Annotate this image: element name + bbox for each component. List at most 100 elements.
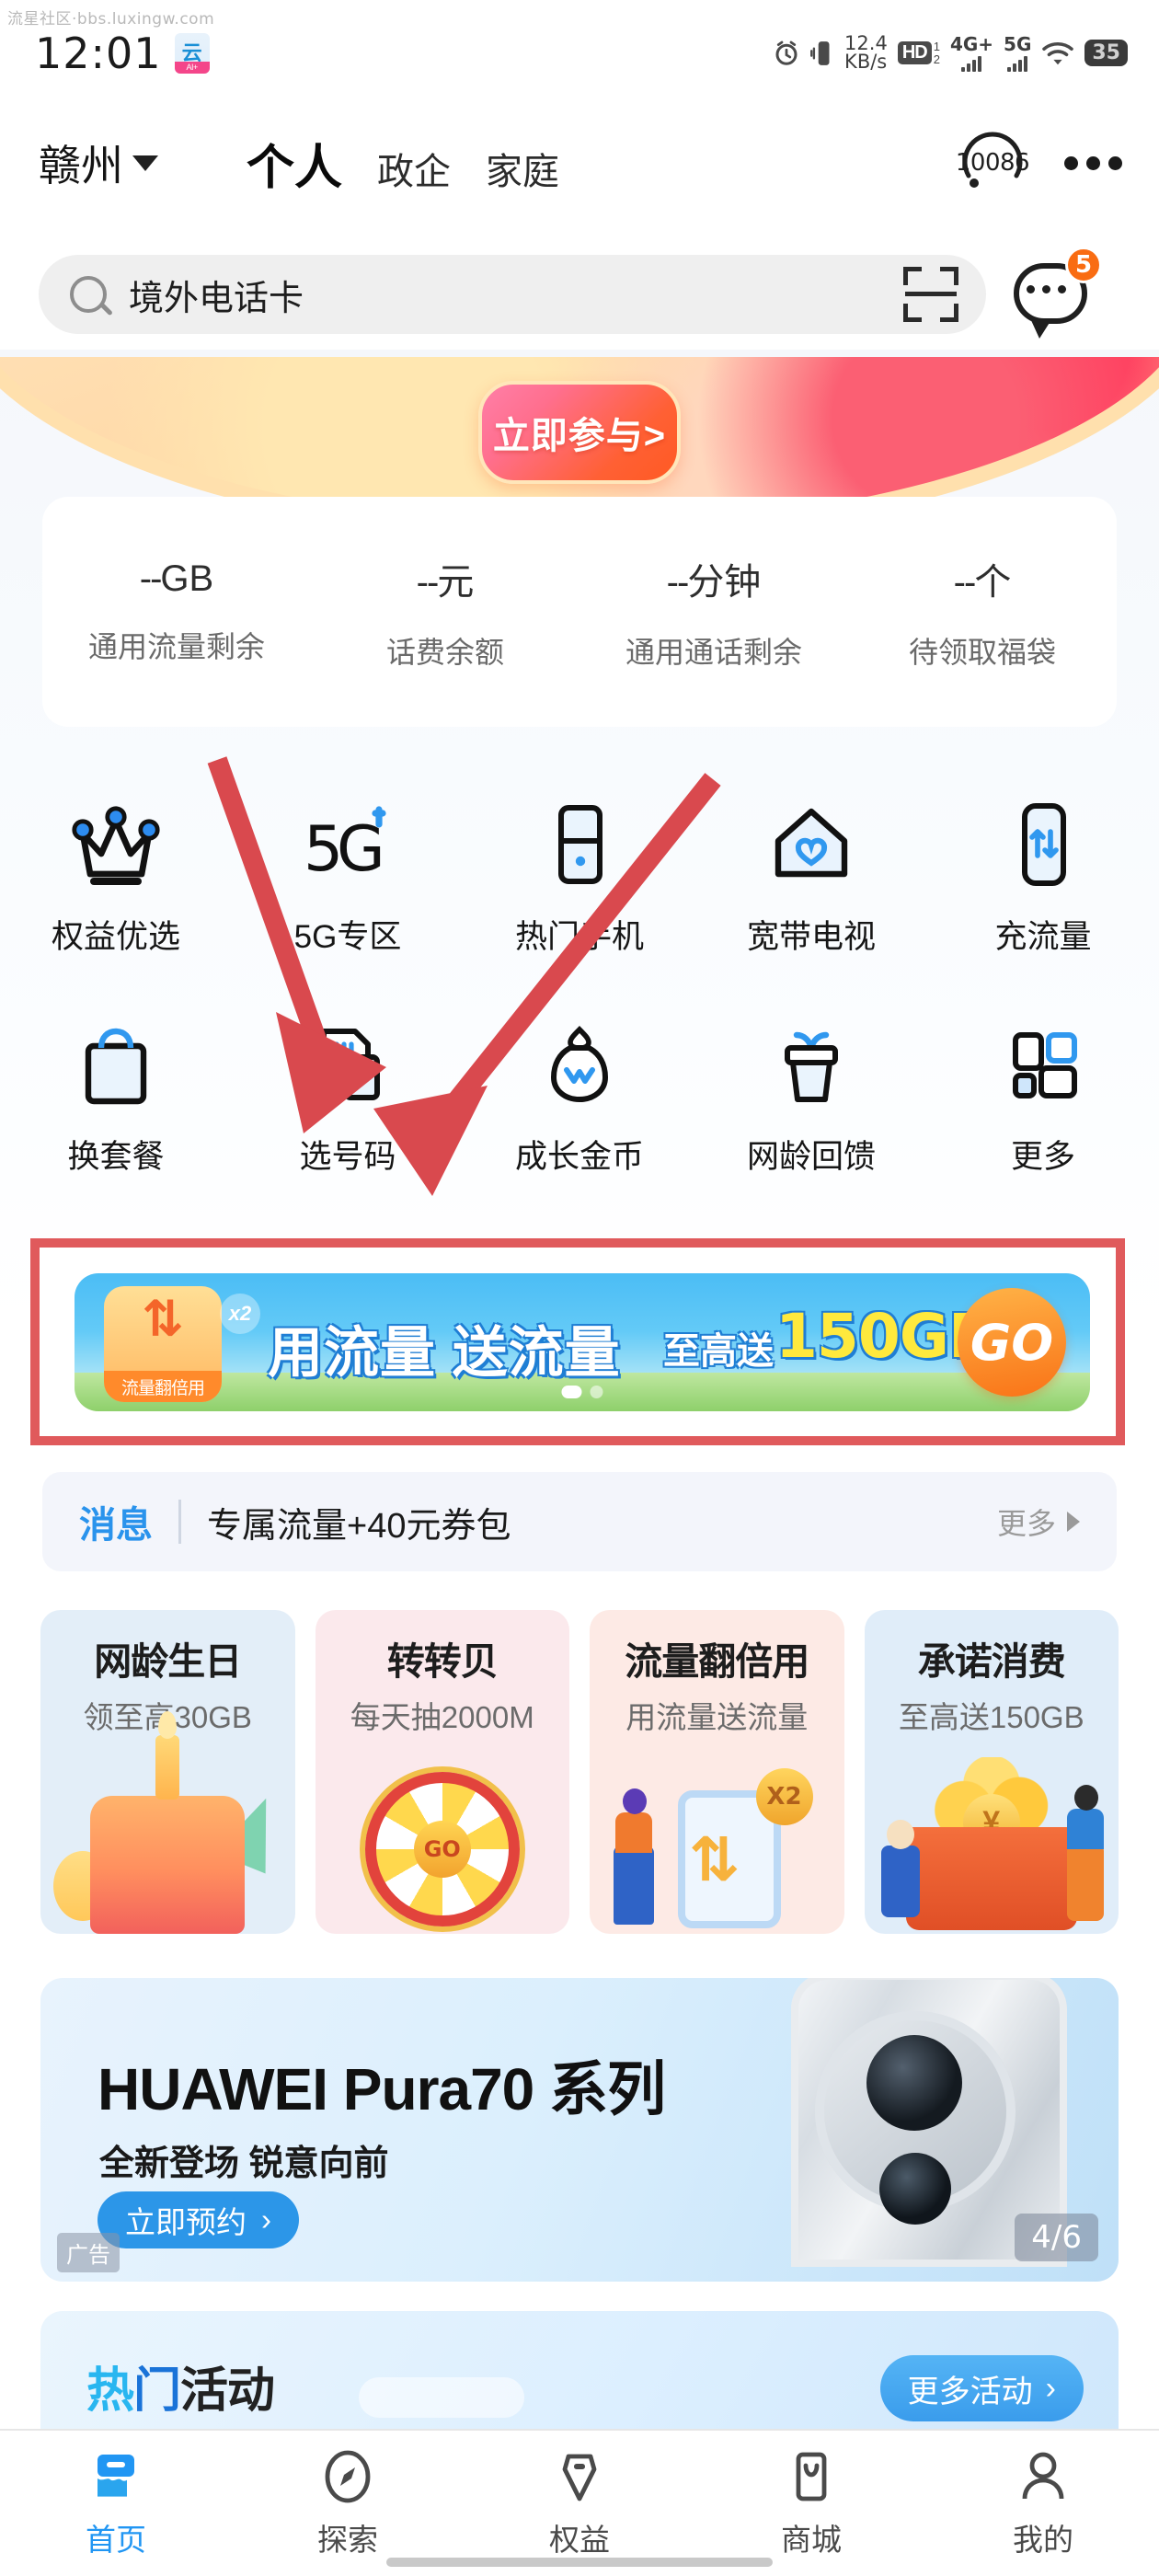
stat-label-1: 话费余额 bbox=[385, 636, 504, 669]
banner-main-text: 用流量 送流量 bbox=[268, 1322, 621, 1384]
grid-item-more[interactable]: 更多 bbox=[927, 1011, 1159, 1178]
nav-item-store[interactable]: 商城 bbox=[695, 2431, 927, 2576]
alarm-icon bbox=[775, 40, 798, 65]
stat-value-2: --分钟 bbox=[666, 562, 762, 603]
banner-badge-caption: 流量翻倍用 bbox=[104, 1371, 222, 1402]
watermark: 流星社区·bbs.luxingw.com bbox=[7, 10, 215, 29]
message-bar-more-label: 更多 bbox=[996, 1507, 1056, 1540]
coin-bag-icon bbox=[526, 1011, 633, 1118]
grid-item-recharge-data[interactable]: 充流量 bbox=[927, 791, 1159, 958]
hot-title-part1: 热 bbox=[86, 2364, 134, 2418]
grid-item-change-plan[interactable]: 换套餐 bbox=[0, 1011, 232, 1178]
nav-item-benefits[interactable]: 权益 bbox=[464, 2431, 695, 2576]
status-clock: 12:01 bbox=[35, 28, 162, 78]
nav-label-explore: 探索 bbox=[317, 2523, 378, 2557]
grid-item-broadband-tv[interactable]: 宽带电视 bbox=[695, 791, 927, 958]
advertisement-banner[interactable]: HUAWEI Pura70 系列 全新登场 锐意向前 立即预约 › 广告 4/6 bbox=[40, 1978, 1119, 2282]
ellipsis-icon[interactable] bbox=[1064, 155, 1122, 170]
chevron-right-icon bbox=[1067, 1512, 1080, 1532]
grid-item-hot-phones[interactable]: 热门手机 bbox=[464, 791, 695, 958]
compass-icon bbox=[325, 2450, 371, 2503]
sim2-bars bbox=[1007, 55, 1028, 72]
promo-join-button[interactable]: 立即参与> bbox=[478, 381, 681, 484]
stat-label-0: 通用流量剩余 bbox=[87, 629, 265, 663]
stat-giftbags[interactable]: --个 待领取福袋 bbox=[848, 552, 1117, 672]
person-icon bbox=[1022, 2452, 1064, 2500]
wifi-icon bbox=[1042, 41, 1074, 64]
promo-card-tenure-birthday[interactable]: 网龄生日 领至高30GB bbox=[40, 1610, 295, 1934]
data-double-banner[interactable]: ⇅ 流量翻倍用 x2 用流量 送流量 至高送 150GB GO bbox=[75, 1273, 1090, 1411]
stat-data-remaining[interactable]: --GB 通用流量剩余 bbox=[42, 558, 311, 666]
hd-label: HD bbox=[897, 41, 932, 64]
hot-more-button[interactable]: 更多活动 › bbox=[879, 2355, 1084, 2421]
quick-access-grid: 权益优选 5 G 5G专区 热门手机 宽带电视 充流量 换套餐 选号码 成长金币… bbox=[0, 791, 1159, 1178]
chat-bubble-icon[interactable]: 5 bbox=[1012, 247, 1102, 339]
nav-label-mine: 我的 bbox=[1013, 2523, 1073, 2557]
birthday-cake-icon bbox=[40, 1768, 295, 1934]
nav-label-store: 商城 bbox=[781, 2523, 842, 2557]
service-hotline-button[interactable]: 10086 bbox=[954, 124, 1031, 201]
banner-carousel-dots[interactable] bbox=[561, 1386, 603, 1398]
gift-cup-icon bbox=[758, 1011, 865, 1118]
sim1-signal-icon: 4G+ bbox=[950, 35, 993, 72]
grid-item-benefits[interactable]: 权益优选 bbox=[0, 791, 232, 958]
store-icon bbox=[796, 2452, 827, 2501]
ad-reserve-button[interactable]: 立即预约 › bbox=[98, 2191, 299, 2248]
chat-unread-badge: 5 bbox=[1065, 247, 1102, 283]
grid-item-growth-coins[interactable]: 成长金币 bbox=[464, 1011, 695, 1178]
stat-value-0: --GB bbox=[139, 558, 214, 599]
promo-card-data-double[interactable]: 流量翻倍用 用流量送流量 ⇅ X2 bbox=[590, 1610, 844, 1934]
nav-label-home: 首页 bbox=[86, 2523, 146, 2557]
data-recharge-icon bbox=[990, 791, 1096, 898]
grid-label-5g-zone: 5G专区 bbox=[293, 919, 402, 955]
tab-government-enterprise[interactable]: 政企 bbox=[377, 142, 451, 195]
message-bar[interactable]: 消息 专属流量+40元券包 更多 bbox=[42, 1472, 1117, 1571]
sim2-signal-icon: 5G bbox=[1004, 35, 1031, 72]
grid-item-select-number[interactable]: 选号码 bbox=[232, 1011, 464, 1178]
banner-multiplier-badge: x2 bbox=[220, 1294, 260, 1334]
sim1-bars bbox=[961, 55, 982, 72]
search-input[interactable]: 境外电话卡 bbox=[39, 255, 986, 334]
promo-card-zhuanzhuanbei[interactable]: 转转贝 每天抽2000M bbox=[315, 1610, 569, 1934]
grid-item-5g-zone[interactable]: 5 G 5G专区 bbox=[232, 791, 464, 958]
stat-voice-remaining[interactable]: --分钟 通用通话剩余 bbox=[580, 552, 848, 672]
nav-item-home[interactable]: 首页 bbox=[0, 2431, 232, 2576]
home-indicator bbox=[386, 2558, 773, 2567]
shopping-bag-icon bbox=[63, 1011, 169, 1118]
ad-reserve-label: 立即预约 bbox=[125, 2205, 247, 2239]
message-bar-divider bbox=[178, 1500, 181, 1544]
scan-icon[interactable] bbox=[903, 267, 958, 322]
grid-item-tenure-rewards[interactable]: 网龄回馈 bbox=[695, 1011, 927, 1178]
chevron-right-icon: › bbox=[261, 2202, 271, 2237]
hd-slot-bottom: 2 bbox=[933, 52, 940, 66]
treasure-chest-icon: ¥ bbox=[865, 1757, 1119, 1934]
nav-item-explore[interactable]: 探索 bbox=[232, 2431, 464, 2576]
promo-card-row: 网龄生日 领至高30GB 转转贝 每天抽2000M 流量翻倍用 用流量送流量 ⇅… bbox=[40, 1610, 1119, 1934]
ad-label-tag: 广告 bbox=[57, 2233, 120, 2272]
grid-label-benefits: 权益优选 bbox=[51, 919, 180, 955]
grid-more-icon bbox=[990, 1011, 1096, 1118]
network-speed-unit: KB/s bbox=[844, 50, 888, 73]
location-selector[interactable]: 赣州 bbox=[39, 132, 158, 193]
top-promo-banner[interactable]: 立即参与> bbox=[0, 357, 1159, 504]
banner-go-button[interactable]: GO bbox=[958, 1288, 1066, 1397]
nav-item-mine[interactable]: 我的 bbox=[927, 2431, 1159, 2576]
refresh-arc-icon bbox=[962, 132, 1023, 188]
status-bar-left: 12:01 云 AI+ bbox=[35, 29, 210, 78]
location-name: 赣州 bbox=[39, 142, 123, 190]
ad-title: HUAWEI Pura70 系列 bbox=[98, 2056, 666, 2122]
promo-card-commit-spend[interactable]: 承诺消费 至高送150GB ¥ bbox=[864, 1610, 1119, 1934]
message-bar-more[interactable]: 更多 bbox=[997, 1501, 1080, 1543]
ad-carousel-counter: 4/6 bbox=[1015, 2214, 1098, 2261]
banner-sub-text: 至高送 bbox=[663, 1331, 774, 1372]
hd-voice-icon: HD 1 2 bbox=[897, 40, 940, 66]
phone-icon bbox=[526, 791, 633, 898]
stat-balance[interactable]: --元 话费余额 bbox=[311, 552, 580, 672]
tab-family[interactable]: 家庭 bbox=[486, 142, 559, 195]
promo-card-subtitle-3: 至高送150GB bbox=[898, 1700, 1084, 1734]
nav-label-benefits: 权益 bbox=[549, 2523, 610, 2557]
hot-activities-title: 热门活动 bbox=[86, 2352, 275, 2421]
header-tabs: 个人 政企 家庭 bbox=[247, 129, 559, 198]
vibrate-icon bbox=[810, 40, 830, 65]
tab-personal[interactable]: 个人 bbox=[247, 129, 342, 198]
